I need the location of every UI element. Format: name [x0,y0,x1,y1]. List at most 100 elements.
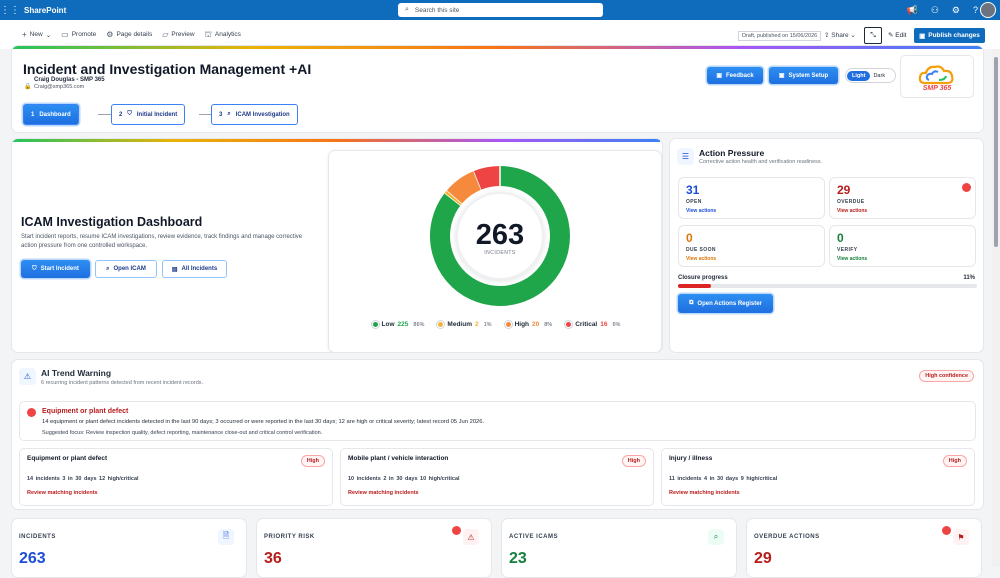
open-actions-register-button[interactable]: ⧉ Open Actions Register [678,294,773,313]
feedback-icon: ▣ [716,73,722,79]
trend-item-title: Mobile plant / vehicle interaction [348,455,449,462]
setup-icon: ▣ [778,73,785,79]
donut-center-value: 263 [476,219,524,251]
theme-toggle[interactable]: Light Dark [845,68,896,83]
legend-value: 20 [532,321,540,328]
alert-dot-icon [452,526,461,535]
dashboard-title: ICAM Investigation Dashboard [21,215,203,229]
view-actions-link[interactable]: View actions [686,256,716,262]
kpi-label: ACTIVE ICAMS [509,534,559,540]
analytics-button[interactable]: ⛫ Analytics [205,30,241,40]
publish-label: Publish changes [928,32,980,39]
trend-item: Mobile plant / vehicle interaction High 10… [340,448,654,506]
external-link-icon: ⧉ [689,300,694,306]
chevron-down-icon: ⌄ [45,31,52,39]
tile-label: DUE SOON [686,247,716,253]
search-icon: ⌕ [405,6,409,13]
kpi-label: INCIDENTS [19,534,56,540]
donut-chart: 263 INCIDENTS [430,166,570,306]
legend-item-high[interactable]: High 20 8% [504,321,552,328]
action-tile-open: 31 OPEN View actions [678,177,825,219]
alert-title: Equipment or plant defect [42,408,129,415]
search-icon: ⌕ [227,111,231,117]
kpi-card-incidents[interactable]: INCIDENTS 263 🗎 [11,518,247,578]
analytics-icon: ⛫ [204,29,212,39]
trend-item-title: Equipment or plant defect [27,455,108,462]
dark-option[interactable]: Dark [873,73,885,79]
confidence-badge: High confidence [919,370,974,382]
review-matching-link[interactable]: Review matching incidents [348,490,419,496]
step-initial-incident[interactable]: 2 ⛉ Initial Incident [111,104,186,125]
page-title: Incident and Investigation Management +A… [23,61,312,77]
plus-icon: + [22,30,27,39]
system-setup-button[interactable]: ▣ System Setup [769,67,838,84]
system-setup-label: System Setup [788,72,829,79]
legend-item-medium[interactable]: Medium 2 1% [437,321,492,328]
avatar[interactable] [980,2,996,18]
gradient-bar [12,139,660,142]
user-email: Craig@smp365.com [34,84,85,90]
alert-dot-icon [962,183,971,192]
donut-slice-high[interactable] [446,171,482,204]
edit-label: Edit [895,32,907,39]
page-details-button[interactable]: ⚙ Page details [106,30,152,39]
legend-dot-icon [437,321,445,328]
step-icam-investigation[interactable]: 3 ⌕ ICAM Investigation [211,104,298,125]
search-box[interactable]: ⌕ Search this site [398,3,603,17]
tile-number: 29 [837,183,851,197]
view-actions-link[interactable]: View actions [837,256,867,262]
warning-icon: ⚠ [463,529,479,545]
kpi-card-overdue-actions[interactable]: OVERDUE ACTIONS 29 ⚑ [746,518,982,578]
page-details-label: Page details [116,31,153,38]
kpi-label: OVERDUE ACTIONS [754,534,820,540]
share-button[interactable]: ⇪ Share ⌄ [824,31,856,39]
severity-badge: High [942,455,967,467]
promote-label: Promote [71,31,97,38]
edit-button[interactable]: ✎ Edit [888,31,906,39]
open-icam-label: Open ICAM [113,266,146,272]
legend-item-low[interactable]: Low 225 86% [371,321,424,328]
promote-button[interactable]: ▭ Promote [61,30,96,39]
kpi-card-active-icams[interactable]: ACTIVE ICAMS 23 ⌕ [501,518,737,578]
new-button[interactable]: + New ⌄ [22,30,51,39]
view-actions-link[interactable]: View actions [686,208,716,214]
step-dashboard[interactable]: 1 Dashboard [23,104,79,125]
cloud-logo-icon [918,65,954,85]
megaphone-icon[interactable]: 📢 [907,5,918,16]
search-icon: ⌕ [106,265,110,272]
apps-icon[interactable]: ⚇ [931,5,939,16]
legend-percent: 1% [483,321,492,328]
start-incident-button[interactable]: ⛉ Start Incident [21,260,90,278]
publish-button[interactable]: ▣ Publish changes [914,28,985,43]
feedback-button[interactable]: ▣ Feedback [707,67,763,84]
kpi-card-priority-risk[interactable]: PRIORITY RISK 36 ⚠ [256,518,492,578]
dashboard-card: ICAM Investigation Dashboard Start incid… [11,138,663,353]
preview-button[interactable]: ▱ Preview [162,30,194,39]
review-matching-link[interactable]: Review matching incidents [27,490,98,496]
settings-icon[interactable]: ⚙ [952,5,960,16]
step-label: Dashboard [39,111,71,118]
app-launcher-icon[interactable]: ⋮⋮ [0,0,20,20]
publish-icon: ▣ [919,32,926,40]
brand-label[interactable]: SharePoint [24,6,66,15]
promote-icon: ▭ [61,30,69,39]
scrollbar[interactable] [992,49,1000,567]
view-actions-link[interactable]: View actions [837,208,867,214]
review-matching-link[interactable]: Review matching incidents [669,490,740,496]
action-subtitle: Corrective action health and verificatio… [699,159,823,165]
light-option[interactable]: Light [847,70,871,81]
scrollbar-thumb[interactable] [994,57,998,247]
action-pressure-card: ☰ Action Pressure Corrective action heal… [669,138,984,353]
collapse-icon[interactable]: ⤡ [864,27,882,44]
help-icon[interactable]: ? [973,5,978,15]
severity-badge: High [621,455,646,467]
action-tile-overdue: 29 OVERDUE View actions [829,177,976,219]
flag-icon: ⚑ [953,529,969,545]
all-incidents-button[interactable]: ▤ All Incidents [162,260,227,278]
open-icam-button[interactable]: ⌕ Open ICAM [95,260,157,278]
legend-item-critical[interactable]: Critical 16 6% [565,321,620,328]
donut-slice-critical[interactable] [473,166,501,190]
analytics-label: Analytics [214,31,241,38]
chart-legend: Low 225 86% Medium 2 1% High 20 8% Critical 16 6% [329,321,662,328]
gradient-bar [12,46,983,49]
